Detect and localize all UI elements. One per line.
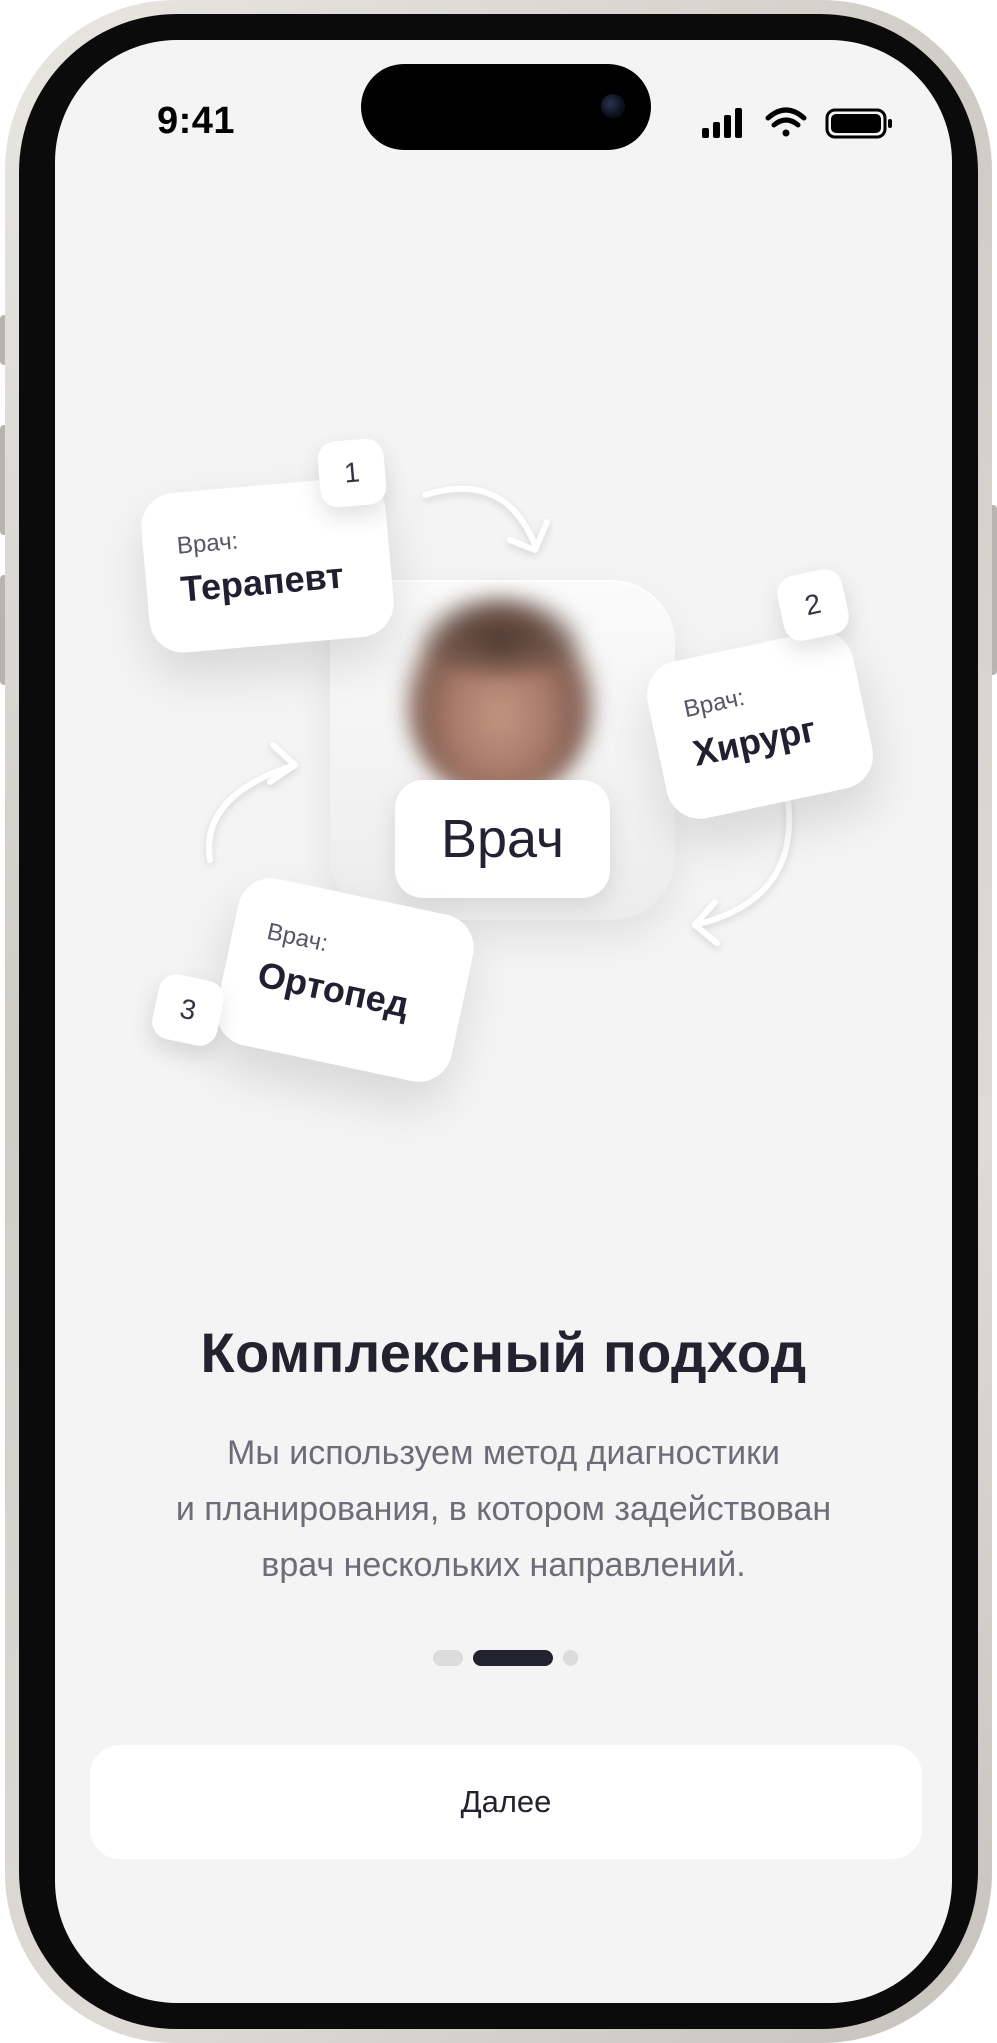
- specialist-name: Ортопед: [254, 953, 413, 1026]
- specialist-caption: Врач:: [175, 527, 240, 560]
- specialist-name: Терапевт: [178, 554, 346, 610]
- page-dot-2-active[interactable]: [473, 1650, 553, 1666]
- description-line: и планирования, в котором задействован: [175, 1490, 832, 1528]
- doctor-avatar-hair: [410, 586, 590, 676]
- page-indicator: [433, 1650, 578, 1666]
- page-dot-3[interactable]: [563, 1650, 578, 1666]
- onboarding-illustration: Врач Врач: Терапевт 1 Врач: Хирург 2 Вра…: [55, 40, 952, 1240]
- specialist-caption: Врач:: [264, 918, 331, 958]
- specialist-caption: Врач:: [681, 683, 748, 724]
- next-button[interactable]: Далее: [90, 1745, 922, 1859]
- onboarding-description: Мы используем метод диагностики и планир…: [95, 1425, 912, 1593]
- description-line: врач нескольких направлений.: [261, 1546, 746, 1584]
- phone-frame: 9:41 Врач Врач: Терапевт 1 Врач: Хирург …: [5, 0, 992, 2043]
- onboarding-title: Комплексный подход: [200, 1321, 807, 1384]
- doctor-center-card: Врач: [330, 580, 675, 920]
- arrow-1-to-center: [422, 485, 538, 548]
- page-dot-1[interactable]: [433, 1650, 463, 1666]
- step-badge-1: 1: [316, 437, 388, 509]
- description-line: Мы используем метод диагностики: [227, 1434, 780, 1472]
- doctor-label: Врач: [395, 780, 610, 898]
- arrow-3-to-center: [206, 762, 298, 863]
- screen: 9:41 Врач Врач: Терапевт 1 Врач: Хирург …: [55, 40, 952, 2003]
